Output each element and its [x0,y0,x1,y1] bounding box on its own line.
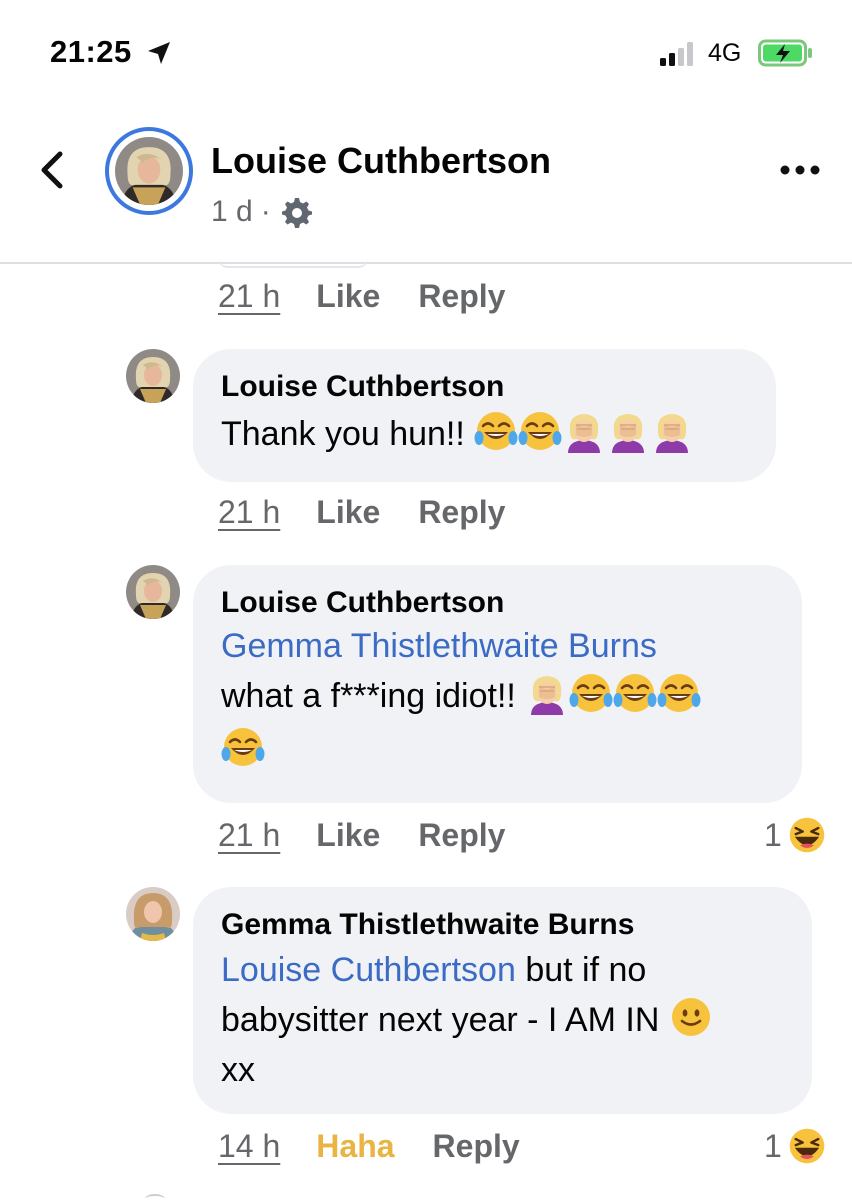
author-avatar[interactable] [105,127,193,215]
slight-smile-emoji-icon [669,995,713,1039]
mention-link[interactable]: Louise Cuthbertson [221,951,516,989]
facepalm-emoji-icon [562,409,606,453]
status-time: 21:25 [50,34,132,69]
post-header: Louise Cuthbertson 1 d · [0,100,852,264]
meta-separator: · [260,195,271,228]
comment-text: Thank you hun!! [221,407,748,461]
comment-body-line1: but if no [525,951,647,989]
comment-time[interactable]: 21 h [218,278,280,315]
comment-body: Thank you hun!! [221,415,465,453]
more-dots-icon[interactable] [778,160,822,180]
laughing-crying-emoji-icon [518,409,562,453]
comment-body: what a f***ing idiot!! [221,677,516,715]
laughing-crying-emoji-icon [657,671,701,715]
gear-icon[interactable] [279,195,313,229]
post-author-name[interactable]: Louise Cuthbertson [211,140,551,182]
status-bar: 21:25 4G [0,0,852,100]
commenter-avatar[interactable] [126,565,180,619]
battery-charging-icon [758,39,812,67]
location-arrow-icon [148,42,170,64]
facepalm-emoji-icon [525,671,569,715]
comment-author[interactable]: Louise Cuthbertson [221,367,748,407]
post-time[interactable]: 1 d [211,195,253,229]
comment-text: Louise Cuthbertson but if no babysitter … [221,945,784,1095]
reaction-count: 1 [764,816,782,853]
laughing-crying-emoji-icon [474,409,518,453]
comment-bubble: Louise Cuthbertson Gemma Thistlethwaite … [193,565,802,803]
comment-actions: 21 h Like Reply [218,278,505,315]
comment-actions: 14 h Haha Reply [218,1128,520,1165]
previous-comment-edge [218,258,368,268]
reaction-count: 1 [764,1127,782,1164]
commenter-avatar[interactable] [126,887,180,941]
reaction-summary[interactable]: 1 [764,816,826,854]
reply-button[interactable]: Reply [418,494,505,531]
facepalm-emoji-icon [606,409,650,453]
back-chevron-icon[interactable] [36,148,68,192]
comment-body-line2: babysitter next year - I AM IN [221,1001,660,1039]
reply-button[interactable]: Reply [433,1128,520,1165]
next-comment-edge [145,1194,165,1200]
comment-text: what a f***ing idiot!! [221,669,774,777]
laughing-crying-emoji-icon [221,725,265,769]
comment-time[interactable]: 21 h [218,494,280,531]
signal-icon [660,42,693,66]
like-button[interactable]: Like [316,494,380,531]
avatar [115,137,183,205]
comment-author[interactable]: Gemma Thistlethwaite Burns [221,905,784,945]
comment-time[interactable]: 14 h [218,1128,280,1165]
like-button[interactable]: Like [316,817,380,854]
network-label: 4G [708,39,742,67]
laughing-crying-emoji-icon [613,671,657,715]
comment-body-line3: xx [221,1051,255,1089]
mention-link[interactable]: Gemma Thistlethwaite Burns [221,623,774,669]
comment-bubble: Gemma Thistlethwaite Burns Louise Cuthbe… [193,887,812,1114]
reply-button[interactable]: Reply [418,817,505,854]
post-meta: 1 d · [211,195,313,229]
comment-author[interactable]: Louise Cuthbertson [221,583,774,623]
haha-reaction-icon [788,816,826,854]
reaction-summary[interactable]: 1 [764,1127,826,1165]
comment-bubble: Louise Cuthbertson Thank you hun!! [193,349,776,482]
comment-actions: 21 h Like Reply [218,494,505,531]
facepalm-emoji-icon [650,409,694,453]
laughing-crying-emoji-icon [569,671,613,715]
reply-button[interactable]: Reply [418,278,505,315]
comment-time[interactable]: 21 h [218,817,280,854]
like-button[interactable]: Like [316,278,380,315]
comment-actions: 21 h Like Reply [218,817,505,854]
commenter-avatar[interactable] [126,349,180,403]
haha-reaction-icon [788,1127,826,1165]
haha-reacted-button[interactable]: Haha [316,1128,394,1165]
